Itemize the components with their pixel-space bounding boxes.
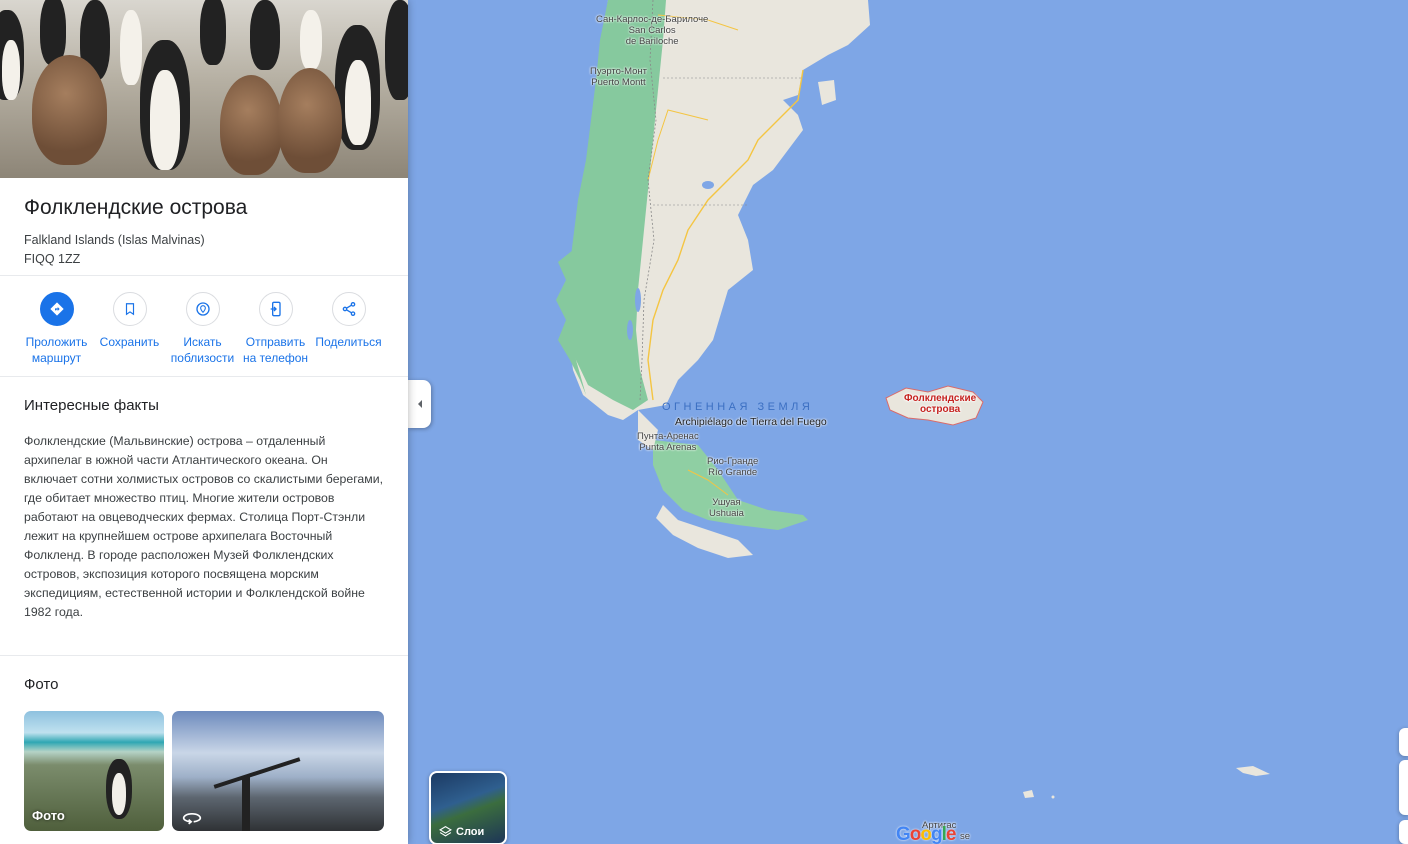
label-rio-grande[interactable]: Рио-Гранде Río Grande — [707, 456, 758, 478]
save-button[interactable]: Сохранить — [93, 292, 166, 376]
directions-label: Проложить маршрут — [25, 335, 88, 365]
label-punta-arenas[interactable]: Пунта-Аренас Punta Arenas — [637, 431, 699, 453]
penguin-shape — [120, 10, 142, 85]
label-bariloche[interactable]: Сан-Карлос-де-Барилоче San Carlos de Baril… — [596, 14, 708, 47]
zoom-in-button[interactable] — [1399, 728, 1408, 756]
chick-shape — [278, 68, 342, 173]
penguin-shape — [385, 0, 408, 100]
photos-title: Фото — [24, 676, 59, 693]
pegman-button[interactable] — [1399, 820, 1408, 844]
label-se: se — [960, 831, 971, 842]
send-to-phone-button[interactable]: Отправить на телефон — [239, 292, 312, 376]
share-label: Поделиться — [315, 335, 382, 349]
photo-row: Фото — [24, 711, 384, 831]
cannon-shape — [213, 757, 301, 789]
photo-tile[interactable]: Фото — [24, 711, 164, 831]
google-logo: Google — [896, 824, 956, 844]
photos-section: Фото Фото — [0, 656, 408, 831]
place-title: Фолклендские острова — [24, 196, 248, 219]
penguin-shape — [250, 0, 280, 70]
share-button[interactable]: Поделиться — [312, 292, 385, 376]
app-root: Сан-Карлос-де-Барилоче San Carlos de Baril… — [0, 0, 1408, 844]
penguin-shape — [345, 60, 371, 145]
label-tierra-del-fuego-region: ОГНЕННАЯ ЗЕМЛЯ — [662, 401, 814, 413]
nearby-button[interactable]: Искать поблизости — [166, 292, 239, 376]
layers-icon — [439, 825, 452, 837]
label-falkland-islands[interactable]: Фолклендские острова — [904, 393, 976, 415]
360-icon — [182, 813, 202, 825]
photo-caption: Фото — [32, 808, 65, 823]
map-canvas[interactable]: Сан-Карлос-де-Барилоче San Carlos de Baril… — [408, 0, 1408, 844]
facts-text: Фолклендские (Мальвинские) острова – отд… — [24, 434, 384, 619]
penguin-shape — [2, 40, 20, 100]
map-graphic — [556, 0, 1270, 799]
send-to-phone-icon — [258, 292, 293, 326]
place-postcode: FIQQ 1ZZ — [24, 252, 81, 266]
penguin-shape — [200, 0, 226, 65]
penguin-shape — [300, 10, 322, 70]
cannon-shape — [242, 777, 250, 831]
layers-label: Слои — [456, 825, 485, 838]
directions-icon — [39, 292, 74, 326]
hero-photo[interactable] — [0, 0, 408, 178]
place-header: Фолклендские острова Falkland Islands (I… — [0, 178, 408, 276]
nearby-label: Искать поблизости — [170, 335, 235, 365]
action-bar: Проложить маршрут Сохранить Искать поблизо… — [0, 276, 408, 377]
label-puerto-montt[interactable]: Пуэрто-Монт Puerto Montt — [590, 66, 647, 88]
facts-title: Интересные факты — [24, 397, 159, 414]
chick-shape — [32, 55, 107, 165]
send-to-phone-label: Отправить на телефон — [242, 335, 309, 365]
label-tierra-del-fuego-archipelago[interactable]: Archipiélago de Tierra del Fuego — [675, 417, 827, 428]
place-panel: Фолклендские острова Falkland Islands (I… — [0, 0, 408, 844]
layers-label-wrap: Слои — [439, 825, 484, 838]
penguin-shape — [112, 773, 126, 815]
chevron-left-icon — [417, 400, 422, 408]
photo-360-tile[interactable] — [172, 711, 384, 831]
collapse-panel-button[interactable] — [408, 380, 431, 428]
nearby-icon — [185, 292, 220, 326]
layers-button[interactable]: Слои — [429, 771, 507, 844]
share-icon — [331, 292, 366, 326]
save-label: Сохранить — [99, 335, 160, 349]
bookmark-icon — [112, 292, 147, 326]
facts-section: Интересные факты Фолклендские (Мальвинск… — [0, 377, 408, 656]
label-ushuaia[interactable]: Ушуая Ushuaia — [709, 497, 744, 519]
place-subtitle: Falkland Islands (Islas Malvinas) — [24, 233, 205, 247]
directions-button[interactable]: Проложить маршрут — [20, 292, 93, 376]
penguin-shape — [150, 70, 180, 170]
chick-shape — [220, 75, 282, 175]
zoom-control[interactable] — [1399, 760, 1408, 815]
